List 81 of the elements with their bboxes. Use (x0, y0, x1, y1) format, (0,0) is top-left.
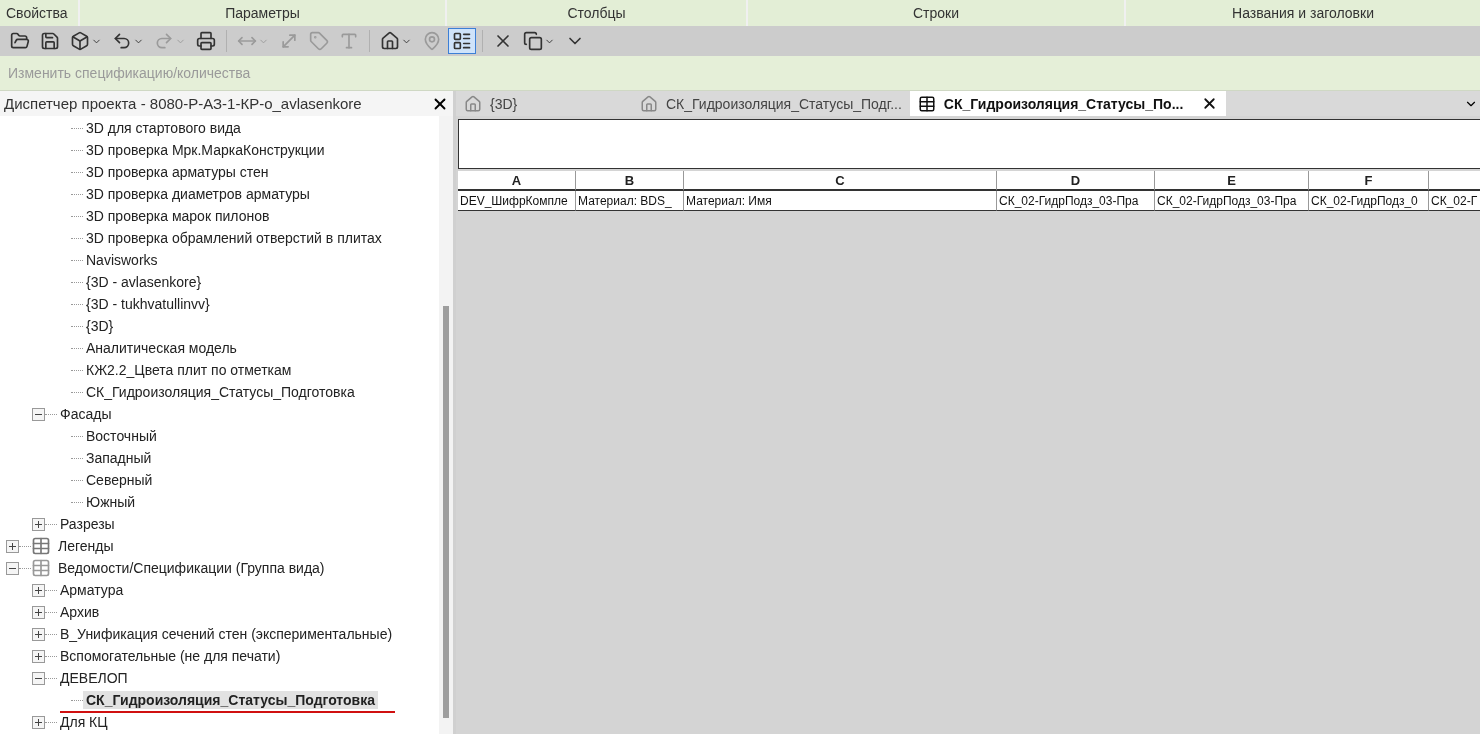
tree-item[interactable]: Разрезы (57, 515, 118, 533)
tag-icon (309, 31, 329, 51)
undo-icon (112, 31, 132, 51)
expand-toggle-icon[interactable] (32, 627, 45, 641)
view-tab[interactable]: СК_Гидроизоляция_Статусы_По... (909, 91, 1226, 116)
table-cell: СК_02-ГидрПодз_03-Пра (997, 191, 1155, 211)
tree-item[interactable]: 3D проверка арматуры стен (83, 163, 272, 181)
ribbon-panel-label[interactable]: Свойства (0, 0, 78, 26)
legend-icon (31, 536, 51, 556)
table-cell: СК_02-ГидрПодз_0 (1309, 191, 1429, 211)
tree-item[interactable]: Легенды (55, 537, 117, 555)
ribbon-panel-label[interactable]: Параметры (80, 0, 445, 26)
tree-item[interactable]: Восточный (83, 427, 160, 445)
tree-item[interactable]: В_Унификация сечений стен (экспериментальные) (57, 625, 396, 643)
tree-item[interactable]: Аналитическая модель (83, 339, 240, 357)
column-header[interactable]: B (576, 171, 684, 191)
table-cell: СК_02-Г (1429, 191, 1480, 211)
house-icon (640, 94, 658, 113)
column-header[interactable]: A (458, 171, 576, 191)
tree-item[interactable]: 3D для стартового вида (83, 119, 244, 137)
tree-item[interactable]: Арматура (57, 581, 127, 599)
tree-item[interactable]: Вспомогательные (не для печати) (57, 647, 284, 665)
ribbon-panel-label[interactable]: Строки (748, 0, 1124, 26)
redo-icon (154, 31, 174, 51)
view-tab[interactable]: {3D} (456, 91, 632, 116)
view-tab[interactable]: СК_Гидроизоляция_Статусы_Подг... (632, 91, 910, 116)
tree-item[interactable]: Navisworks (83, 251, 161, 269)
expand-toggle-icon[interactable] (6, 539, 19, 553)
house-icon (464, 94, 482, 113)
tree-item[interactable]: СК_Гидроизоляция_Статусы_Подготовка (83, 691, 378, 709)
table-cell: Материал: Имя (684, 191, 997, 211)
table-cell: Материал: BDS_ (576, 191, 684, 211)
collapse-toggle-icon[interactable] (32, 407, 45, 421)
tree-item[interactable]: Ведомости/Спецификации (Группа вида) (55, 559, 328, 577)
tree-item[interactable]: 3D проверка обрамлений отверстий в плитах (83, 229, 385, 247)
expand-toggle-icon[interactable] (32, 605, 45, 619)
windows-icon (523, 31, 543, 51)
table-icon (917, 94, 936, 113)
expand-toggle-icon[interactable] (32, 715, 45, 729)
ribbon-panel-label[interactable]: Столбцы (447, 0, 746, 26)
column-header[interactable]: D (997, 171, 1155, 191)
printer-icon (196, 31, 216, 51)
tree-item[interactable]: ДЕВЕЛОП (57, 669, 131, 687)
expand-toggle-icon[interactable] (32, 517, 45, 531)
letter-icon (339, 31, 359, 51)
collapse-toggle-icon[interactable] (32, 671, 45, 685)
tree-item[interactable]: 3D проверка диаметров арматуры (83, 185, 313, 203)
ribbon-panel-label[interactable]: Названия и заголовки (1126, 0, 1480, 26)
tree-item[interactable]: Фасады (57, 405, 115, 423)
cube-icon (70, 31, 90, 51)
tree-item[interactable]: Северный (83, 471, 156, 489)
folder-icon (10, 31, 30, 51)
panel-title: Диспетчер проекта - 8080-Р-АЗ-1-КР-о_avlasenkore (4, 95, 362, 112)
tree-item[interactable]: Для КЦ (57, 713, 111, 731)
pin-icon (422, 31, 442, 51)
tree-item[interactable]: КЖ2.2_Цвета плит по отметкам (83, 361, 295, 379)
context-label: Изменить спецификацию/количества (8, 65, 251, 81)
house-icon (380, 31, 400, 51)
collapse-toggle-icon[interactable] (6, 561, 19, 575)
tree-item[interactable]: СК_Гидроизоляция_Статусы_Подготовка (83, 383, 358, 401)
table-cell: DEV_ШифрКомпле (458, 191, 576, 211)
column-header[interactable]: E (1155, 171, 1309, 191)
tree-item[interactable]: 3D проверка марок пилонов (83, 207, 273, 225)
expand-toggle-icon[interactable] (32, 649, 45, 663)
list-icon (452, 31, 472, 51)
tree-item[interactable]: Архив (57, 603, 103, 621)
schedule-icon (31, 558, 51, 578)
tree-item[interactable]: Западный (83, 449, 155, 467)
column-header[interactable]: F (1309, 171, 1429, 191)
expand-toggle-icon[interactable] (32, 583, 45, 597)
tree-item[interactable]: Южный (83, 493, 139, 511)
tree-item[interactable]: {3D - avlasenkore} (83, 273, 205, 291)
thinlines-tool-button[interactable] (448, 28, 476, 54)
tree-item[interactable]: 3D проверка Мрк.МаркаКонструкции (83, 141, 328, 159)
table-cell: СК_02-ГидрПодз_03-Пра (1155, 191, 1309, 211)
column-header[interactable]: C (684, 171, 997, 191)
save-icon (40, 31, 60, 51)
tree-item[interactable]: {3D} (83, 317, 117, 335)
diagonal-arrow-icon (279, 31, 299, 51)
tree-item[interactable]: {3D - tukhvatullinvv} (83, 295, 213, 313)
scrollbar-thumb[interactable] (443, 306, 449, 718)
